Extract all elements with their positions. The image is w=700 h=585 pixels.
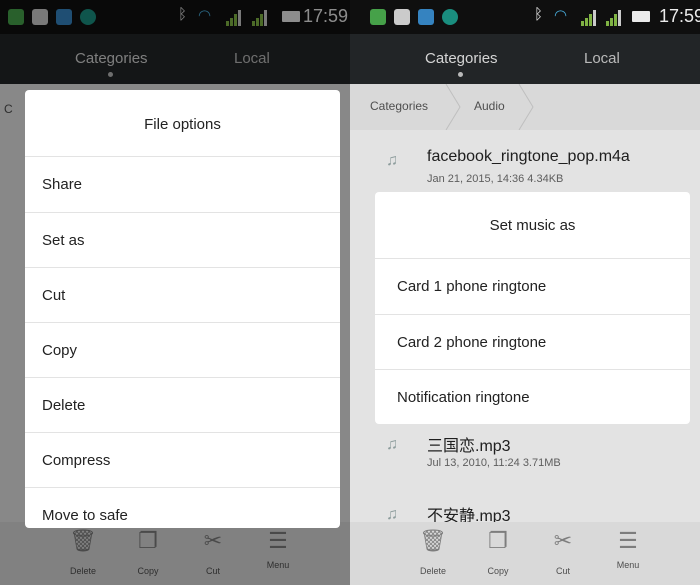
option-compress[interactable]: Compress [25,432,340,487]
option-set-as[interactable]: Set as [25,212,340,267]
option-card-1-ringtone[interactable]: Card 1 phone ringtone [375,258,690,314]
set-music-as-dialog: Set music as Card 1 phone ringtone Card … [375,192,690,424]
option-card-2-ringtone[interactable]: Card 2 phone ringtone [375,314,690,369]
option-copy[interactable]: Copy [25,322,340,377]
dialog-title: Set music as [489,217,576,234]
left-screen: ᛒ ◠ 17:59 Categories Local C 🗑 Delete ❐ … [0,0,350,585]
option-share[interactable]: Share [25,156,340,212]
right-screen: ᛒ ◠ 17:59 Categories Local Categories Au… [350,0,700,585]
option-cut[interactable]: Cut [25,267,340,322]
option-notification-ringtone[interactable]: Notification ringtone [375,369,690,424]
option-delete[interactable]: Delete [25,377,340,432]
option-move-to-safe[interactable]: Move to safe [25,487,340,528]
file-options-dialog: File options Share Set as Cut Copy Delet… [25,90,340,528]
dialog-title: File options [144,116,221,133]
